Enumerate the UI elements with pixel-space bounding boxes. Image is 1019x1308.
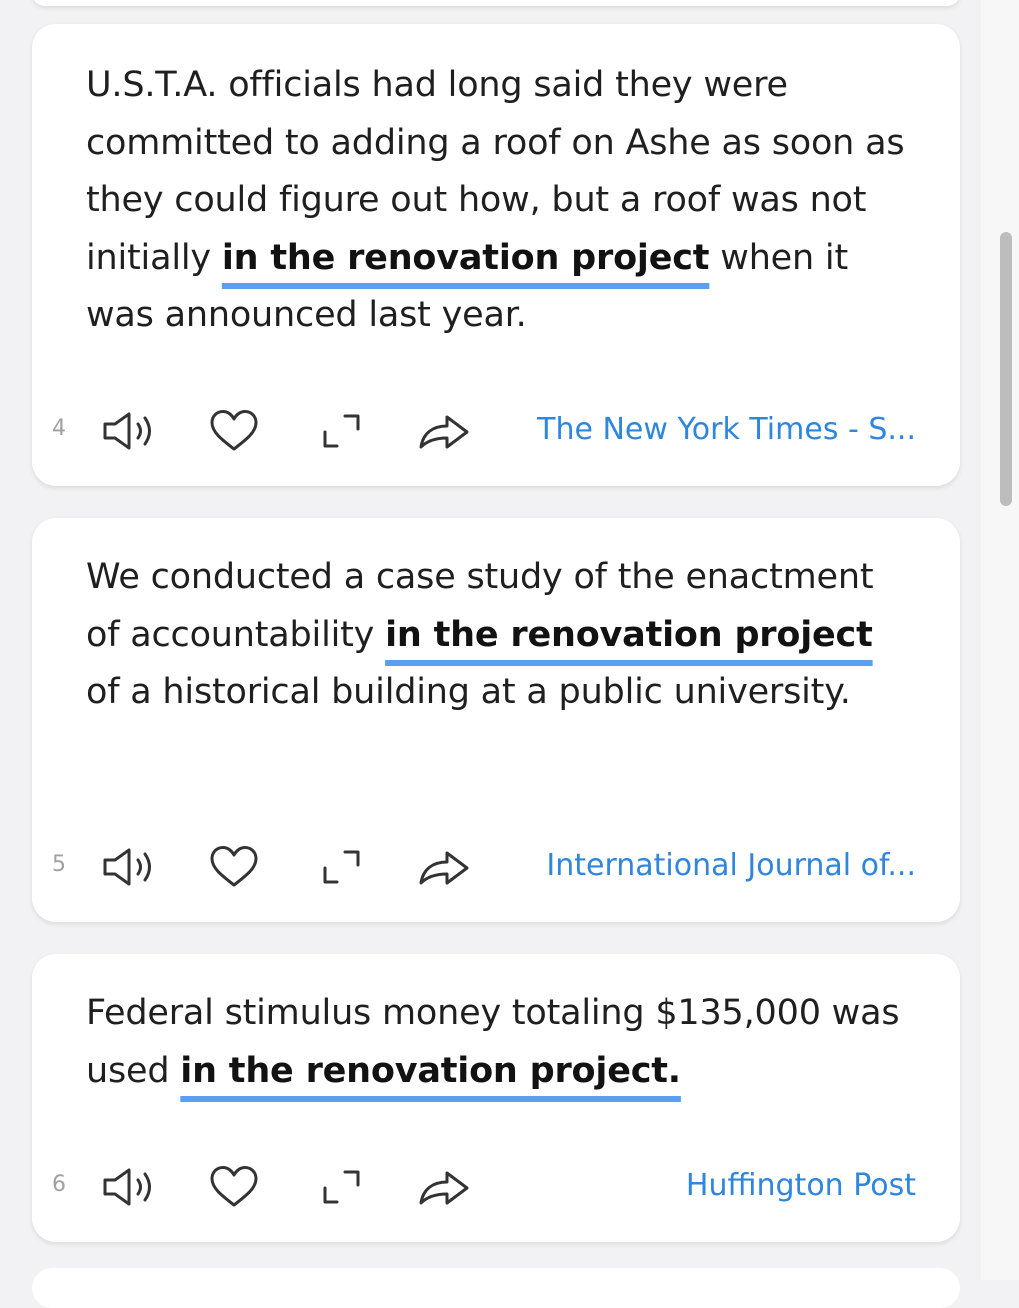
next-card-edge — [32, 1268, 960, 1308]
expand-icon[interactable] — [312, 406, 372, 456]
highlighted-phrase: in the renovation project — [221, 237, 710, 278]
source-link[interactable]: Huffington Post — [686, 1168, 916, 1203]
share-icon[interactable] — [414, 842, 474, 892]
example-sentence: U.S.T.A. officials had long said they we… — [86, 65, 905, 335]
example-sentence: Federal stimulus money totaling $135,000… — [86, 993, 900, 1091]
source-link[interactable]: The New York Times - S... — [537, 412, 916, 447]
card-actions: 6 Huffington Post — [32, 1156, 960, 1216]
expand-icon[interactable] — [312, 842, 372, 892]
speaker-icon[interactable] — [100, 842, 160, 892]
previous-card-edge — [32, 0, 960, 6]
scrollbar-thumb[interactable] — [1000, 232, 1012, 506]
heart-icon[interactable] — [204, 1162, 264, 1212]
heart-icon[interactable] — [204, 842, 264, 892]
expand-icon[interactable] — [312, 1162, 372, 1212]
share-icon[interactable] — [414, 1162, 474, 1212]
card-actions: 4 The New York Times - S... — [32, 400, 960, 460]
example-number: 5 — [52, 852, 66, 877]
share-icon[interactable] — [414, 406, 474, 456]
example-number: 4 — [52, 416, 66, 441]
heart-icon[interactable] — [204, 406, 264, 456]
card-actions: 5 International Journal of... — [32, 836, 960, 896]
example-card: U.S.T.A. officials had long said they we… — [32, 24, 960, 486]
example-sentence: We conducted a case study of the enactme… — [86, 557, 874, 712]
source-link[interactable]: International Journal of... — [546, 848, 916, 883]
highlighted-phrase: in the renovation project. — [180, 1050, 681, 1091]
speaker-icon[interactable] — [100, 406, 160, 456]
scrollbar-track[interactable] — [981, 0, 1019, 1280]
highlighted-phrase: in the renovation project — [385, 614, 873, 655]
example-card: Federal stimulus money totaling $135,000… — [32, 954, 960, 1242]
example-card: We conducted a case study of the enactme… — [32, 518, 960, 922]
speaker-icon[interactable] — [100, 1162, 160, 1212]
example-number: 6 — [52, 1172, 66, 1197]
